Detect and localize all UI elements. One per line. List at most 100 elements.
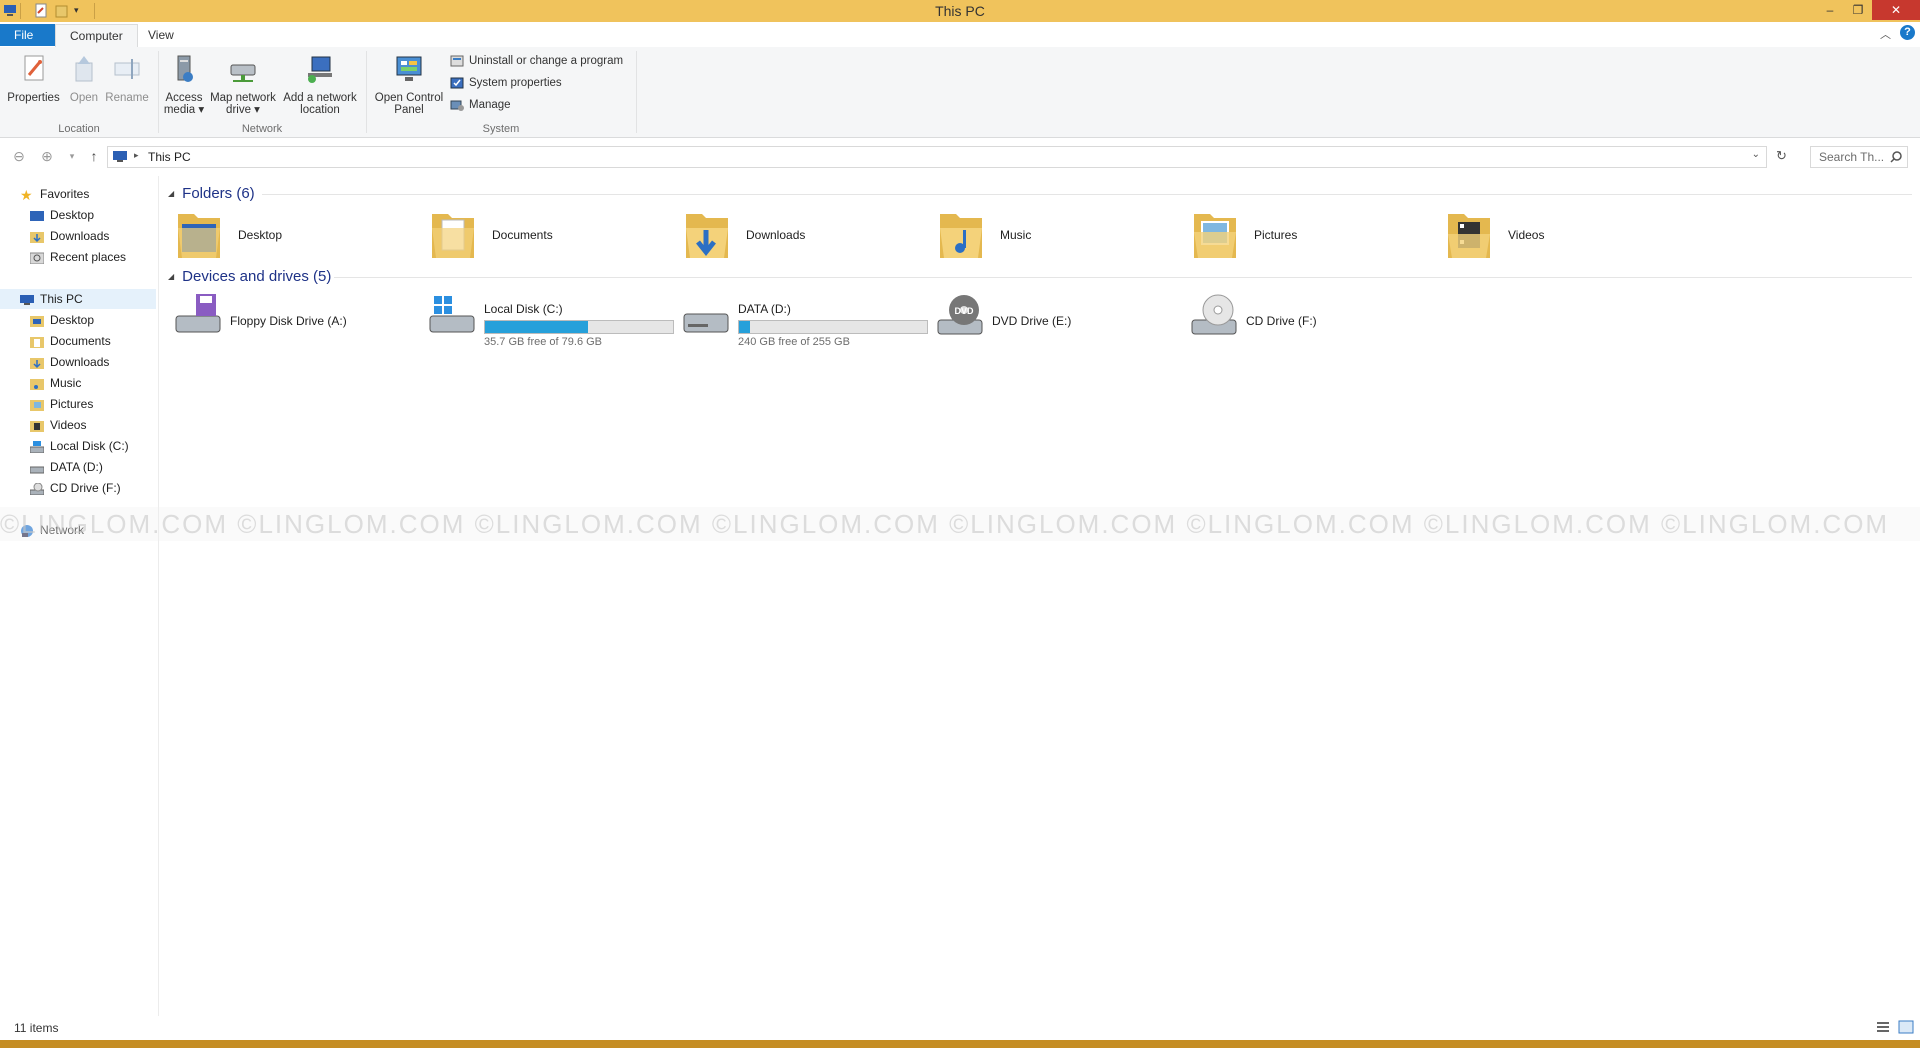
folder-label: Pictures [1254,228,1298,242]
add-network-location-label-2: location [300,104,340,116]
folders-heading: Folders (6) [182,185,255,202]
nav-favorites-label: Favorites [40,187,90,201]
back-button[interactable]: ⊖ [9,148,29,164]
refresh-icon[interactable]: ↻ [1776,148,1787,164]
folder-label: Videos [1508,228,1545,242]
tab-file[interactable]: File [0,24,55,46]
map-network-drive-label: Map network [210,92,276,104]
nav-fav-downloads[interactable]: Downloads [30,226,109,246]
breadcrumb-this-pc[interactable]: This PC [148,150,191,164]
nav-this-pc-label: This PC [40,292,83,306]
nav-pc-videos[interactable]: Videos [30,415,86,435]
nav-pc-cd-drive-f[interactable]: CD Drive (F:) [30,478,121,498]
nav-favorites[interactable]: ★ Favorites [20,184,89,204]
network-location-icon [308,56,332,83]
nav-pc-pictures[interactable]: Pictures [30,394,93,414]
title-bar: ▾ This PC – ❐ ✕ [0,0,1920,22]
folder-pictures[interactable]: Pictures [1192,208,1432,264]
properties-button[interactable]: Properties [6,53,61,104]
navigation-pane: ★ Favorites Desktop Downloads Recent plac… [0,176,159,1016]
drive-dvd-e[interactable]: DVD DVD Drive (E:) [936,292,1186,348]
access-media-label: Access [165,92,203,104]
section-divider [262,194,1912,195]
drives-section-header[interactable]: ◢ Devices and drives (5) [168,267,331,287]
folder-videos[interactable]: Videos [1446,208,1686,264]
drive-label: Local Disk (C:) [484,302,563,316]
nav-this-pc[interactable]: This PC [0,289,156,309]
uninstall-program-button[interactable]: Uninstall or change a program [450,52,623,70]
details-view-icon[interactable] [1876,1021,1890,1033]
search-icon[interactable] [1890,151,1902,163]
floppy-drive-icon [175,294,221,333]
recent-locations-button[interactable]: ▾ [62,148,82,164]
nav-pc-downloads[interactable]: Downloads [30,352,109,372]
recent-places-icon [30,252,44,264]
address-bar[interactable]: ▸ This PC ⌄ [107,146,1767,168]
collapse-icon[interactable]: ◢ [168,267,174,287]
drives-heading: Devices and drives (5) [182,268,332,285]
nav-fav-recent-places[interactable]: Recent places [30,247,126,267]
drive-floppy-a[interactable]: Floppy Disk Drive (A:) [174,292,424,348]
map-network-drive-button[interactable]: Map network drive ▾ [208,53,278,116]
tab-view[interactable]: View [134,24,188,46]
folders-section-header[interactable]: ◢ Folders (6) [168,184,255,204]
nav-pc-music[interactable]: Music [30,373,81,393]
drive-data-d[interactable]: DATA (D:) 240 GB free of 255 GB [682,292,932,348]
nav-pc-data-d[interactable]: DATA (D:) [30,457,103,477]
downloads-folder-icon [30,231,44,243]
rename-button[interactable]: Rename [104,53,150,104]
add-network-location-button[interactable]: Add a network location [280,53,360,116]
collapse-icon[interactable]: ◢ [168,184,174,204]
folder-documents[interactable]: Documents [430,208,670,264]
breadcrumb-chevron-icon[interactable]: ▸ [134,150,139,161]
search-box[interactable]: Search Th... [1810,146,1908,168]
nav-pc-local-disk-c[interactable]: Local Disk (C:) [30,436,129,456]
access-media-label-2: media ▾ [163,104,205,116]
drive-usage-fill [739,321,751,333]
up-button[interactable]: ↑ [84,148,104,164]
forward-button[interactable]: ⊕ [37,148,57,164]
desktop-folder-icon [178,214,220,258]
drive-cd-f[interactable]: CD Drive (F:) [1190,292,1440,348]
folder-music[interactable]: Music [938,208,1178,264]
close-button[interactable]: ✕ [1872,0,1920,20]
item-count: 11 items [14,1021,59,1035]
drive-label: DATA (D:) [738,302,791,316]
system-properties-button[interactable]: System properties [450,74,562,92]
cd-drive-icon [30,482,44,495]
help-icon[interactable]: ? [1900,25,1915,40]
access-media-button[interactable]: Access media ▾ [162,53,206,116]
folder-desktop[interactable]: Desktop [176,208,416,264]
star-icon: ★ [20,186,33,203]
open-control-panel-button[interactable]: Open Control Panel [370,53,448,116]
control-panel-label-2: Panel [394,104,424,116]
add-network-location-label: Add a network [283,92,357,104]
nav-pc-desktop[interactable]: Desktop [30,310,94,330]
open-button[interactable]: Open [64,53,104,104]
section-divider [334,277,1912,278]
restore-button[interactable]: ❐ [1842,0,1874,20]
folder-label: Downloads [746,228,806,242]
manage-button[interactable]: Manage [450,96,511,114]
address-dropdown-icon[interactable]: ⌄ [1752,149,1760,160]
cd-drive-icon [1191,294,1237,335]
group-label-location: Location [58,123,100,135]
properties-label: Properties [7,92,60,104]
folder-downloads[interactable]: Downloads [684,208,924,264]
group-separator [636,51,637,133]
tab-computer[interactable]: Computer [55,24,138,47]
ribbon: Properties Open Rename Location Access m… [0,47,1920,138]
minimize-ribbon-icon[interactable]: ︿ [1880,26,1891,42]
ribbon-tabs: File Computer View ︿ ? [0,22,1920,48]
large-icons-view-icon[interactable] [1898,1020,1914,1034]
map-network-drive-label-2: drive ▾ [226,104,260,116]
watermark: ©LINGLOM.COM ©LINGLOM.COM ©LINGLOM.COM ©… [0,507,1920,541]
drive-local-disk-c[interactable]: Local Disk (C:) 35.7 GB free of 79.6 GB [428,292,678,348]
nav-item-label: DATA (D:) [50,460,103,474]
windows-disk-icon [429,296,475,333]
nav-fav-desktop[interactable]: Desktop [30,205,94,225]
pictures-folder-icon [1194,214,1236,258]
nav-pc-documents[interactable]: Documents [30,331,111,351]
drive-usage-bar [484,320,674,334]
drive-usage-bar [738,320,928,334]
